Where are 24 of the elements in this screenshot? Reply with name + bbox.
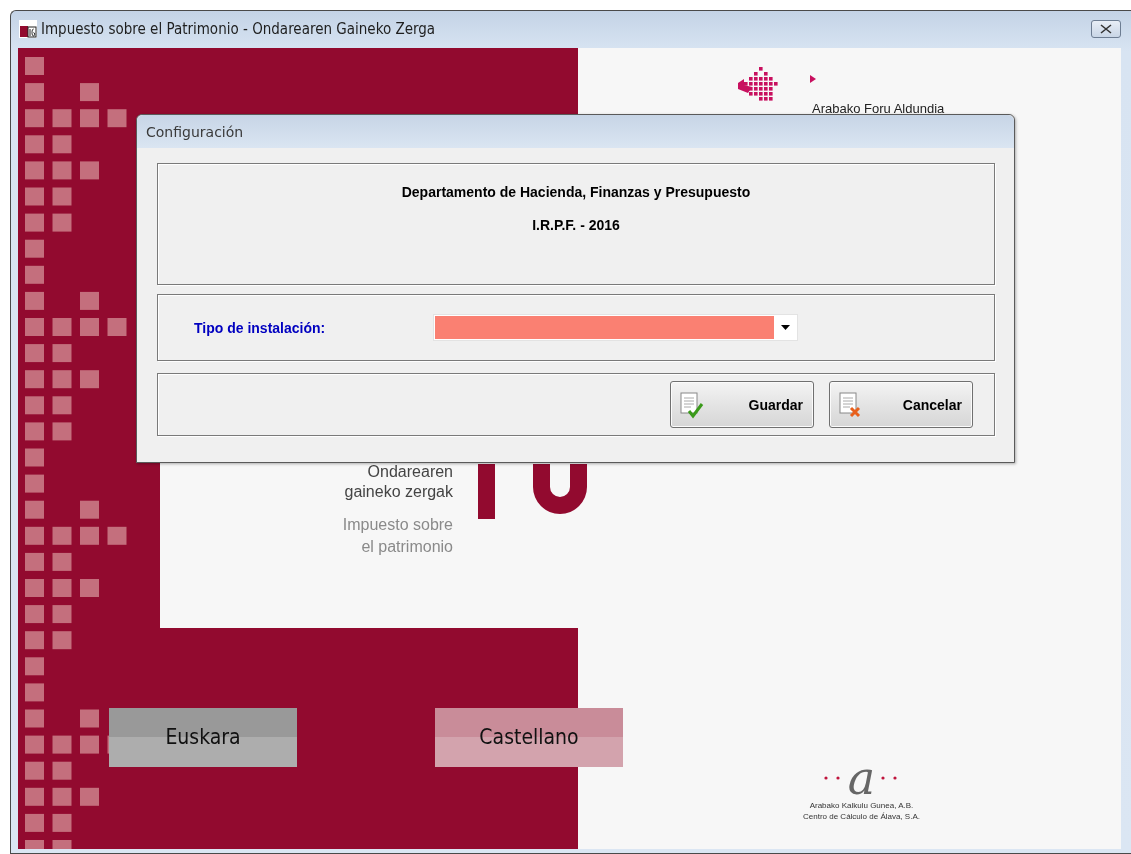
brand-logo-icon bbox=[736, 66, 816, 103]
window-title: Impuesto sobre el Patrimonio - Ondarearen Gaineko Zerga bbox=[41, 20, 437, 39]
product-subtitle: el patrimonio bbox=[360, 536, 453, 557]
department-heading: Departamento de Hacienda, Finanzas y Presupuesto bbox=[401, 184, 751, 200]
dropdown-arrow-icon bbox=[780, 325, 790, 330]
company-name: Arabako Kalkulu Gunea, A.B. bbox=[809, 799, 914, 811]
field-label: Tipo de instalación: bbox=[194, 319, 327, 336]
form-subheading: I.R.P.F. - 2016 bbox=[532, 217, 620, 233]
close-icon bbox=[1100, 24, 1112, 35]
close-button[interactable] bbox=[1091, 20, 1121, 39]
cancel-button[interactable]: Cancelar bbox=[829, 381, 973, 428]
logo-mark: a bbox=[847, 755, 876, 800]
brand-name: Arabako Foru Aldundia bbox=[812, 100, 945, 116]
document-check-icon bbox=[679, 390, 705, 419]
product-subtitle: Impuesto sobre bbox=[342, 514, 453, 535]
app-icon bbox=[19, 20, 37, 39]
language-button[interactable]: Castellano bbox=[435, 707, 623, 767]
product-title: gaineko zergak bbox=[344, 481, 453, 502]
language-button[interactable]: Euskara bbox=[109, 707, 297, 767]
dots-icon bbox=[823, 775, 842, 780]
product-title: Ondarearen bbox=[366, 461, 453, 482]
dialog-title: Configuración bbox=[146, 123, 244, 140]
company-name: Centro de Cálculo de Álava, S.A. bbox=[803, 810, 920, 822]
save-button[interactable]: Guardar bbox=[670, 381, 814, 428]
